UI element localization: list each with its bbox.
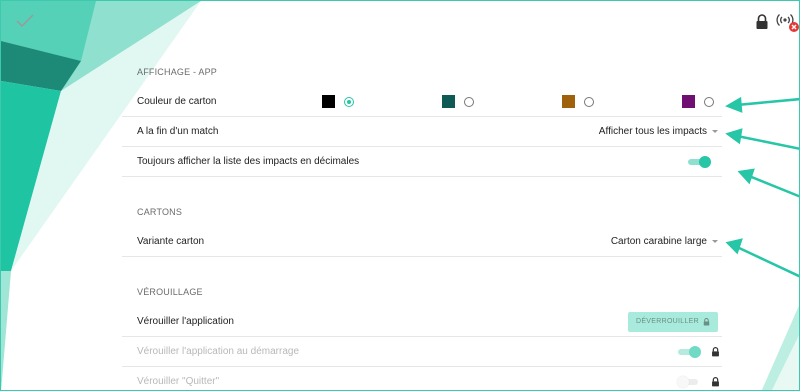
- settings-content: AFFICHAGE - APP Couleur de carton A la f…: [122, 57, 722, 390]
- carton-color-label: Couleur de carton: [137, 96, 217, 107]
- unlock-button-label: DÉVERROUILLER: [635, 318, 699, 325]
- lock-quit-row: Vérouiller "Quitter": [122, 367, 722, 390]
- lock-startup-row: Vérouiller l'application au démarrage: [122, 337, 722, 367]
- wireless-disconnected-icon[interactable]: [775, 11, 799, 38]
- radio-button[interactable]: [704, 96, 714, 107]
- carton-color-swatches: [322, 87, 714, 116]
- swatch-teal[interactable]: [442, 95, 474, 108]
- lock-icon[interactable]: [755, 14, 769, 35]
- lock-app-row: Vérouiller l'application DÉVERROUILLER: [122, 307, 722, 337]
- caret-down-icon: [712, 130, 718, 133]
- toggle-knob: [699, 155, 711, 168]
- color-square: [682, 95, 695, 108]
- radio-button[interactable]: [344, 96, 354, 107]
- radio-button[interactable]: [584, 96, 594, 107]
- match-end-row: A la fin d'un match Afficher tous les im…: [122, 117, 722, 147]
- swatch-orange[interactable]: [562, 95, 594, 108]
- decimals-row: Toujours afficher la liste des impacts e…: [122, 147, 722, 177]
- color-square: [442, 95, 455, 108]
- lock-startup-label: Vérouiller l'application au démarrage: [137, 346, 300, 357]
- toggle-knob: [689, 345, 701, 358]
- variant-value: Carton carabine large: [610, 236, 707, 247]
- section-title-cartons: CARTONS: [137, 207, 183, 217]
- variant-select[interactable]: Carton carabine large: [611, 236, 718, 247]
- section-title-affichage: AFFICHAGE - APP: [137, 67, 218, 77]
- match-end-label: A la fin d'un match: [137, 126, 219, 137]
- status-icons: [755, 11, 799, 38]
- lock-startup-toggle[interactable]: [678, 345, 701, 358]
- color-square: [322, 95, 335, 108]
- deco-shape: [1, 271, 11, 390]
- unlock-button[interactable]: DÉVERROUILLER: [627, 311, 718, 332]
- swatch-black[interactable]: [322, 95, 354, 108]
- lock-small-icon: [703, 317, 710, 325]
- lock-small-icon: [712, 376, 719, 386]
- lock-quit-toggle[interactable]: [677, 375, 700, 388]
- lock-quit-label: Vérouiller "Quitter": [137, 376, 220, 387]
- variant-row: Variante carton Carton carabine large: [122, 227, 722, 257]
- variant-label: Variante carton: [137, 236, 205, 247]
- caret-down-icon: [712, 240, 718, 243]
- section-title-verrouillage: VÉROUILLAGE: [137, 287, 203, 297]
- radio-button[interactable]: [464, 96, 474, 107]
- decimals-toggle[interactable]: [688, 155, 711, 168]
- decimals-label: Toujours afficher la liste des impacts e…: [137, 156, 360, 167]
- lock-small-icon: [712, 346, 719, 356]
- toggle-knob: [677, 375, 689, 388]
- carton-color-row: Couleur de carton: [122, 87, 722, 117]
- app-window: AFFICHAGE - APP Couleur de carton A la f…: [0, 0, 800, 391]
- check-icon[interactable]: [15, 13, 35, 29]
- swatch-purple[interactable]: [682, 95, 714, 108]
- color-square: [562, 95, 575, 108]
- match-end-value: Afficher tous les impacts: [598, 126, 707, 137]
- lock-app-label: Vérouiller l'application: [137, 316, 234, 327]
- match-end-select[interactable]: Afficher tous les impacts: [599, 126, 718, 137]
